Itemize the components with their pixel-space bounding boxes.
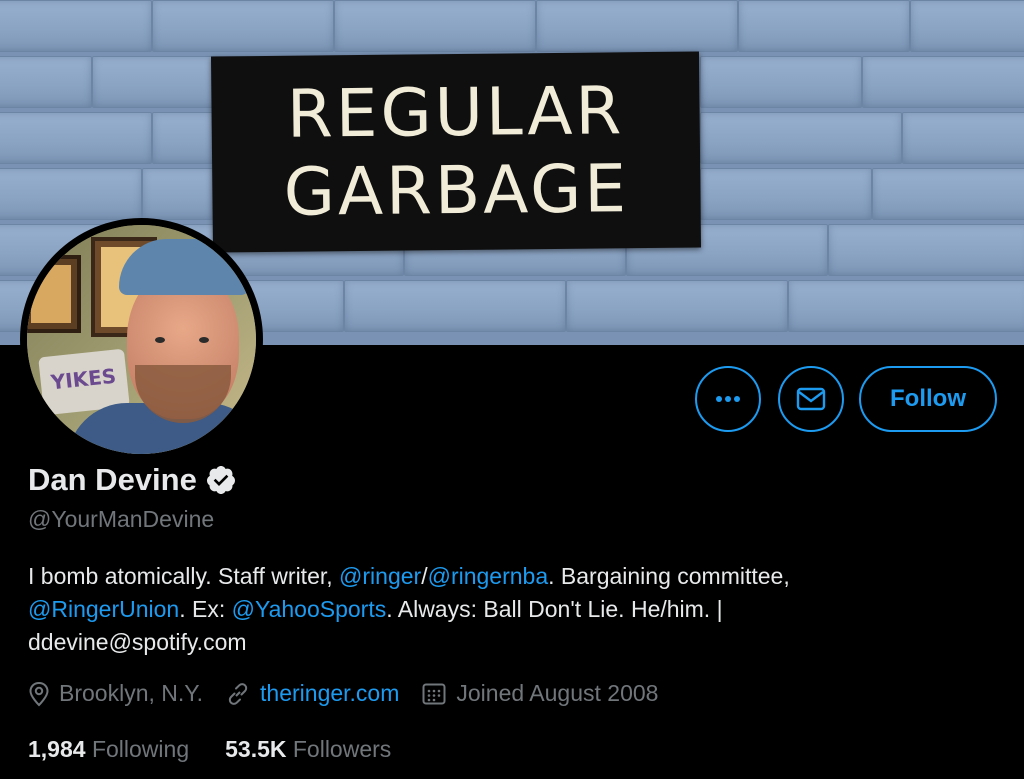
message-button[interactable] xyxy=(778,366,844,432)
bio-email: ddevine@spotify.com xyxy=(28,629,247,655)
profile-meta: Brooklyn, N.Y. theringer.com Joined Augu… xyxy=(28,680,680,707)
followers-label: Followers xyxy=(292,736,392,762)
pillow-text: YIKES xyxy=(49,363,118,395)
sign-line-2: GARBAGE xyxy=(283,150,630,231)
location-text: Brooklyn, N.Y. xyxy=(59,680,204,706)
joined-text: Joined August 2008 xyxy=(456,680,659,706)
follow-button[interactable]: Follow xyxy=(859,366,997,432)
followers-count: 53.5K xyxy=(225,736,287,762)
banner-sign: REGULAR GARBAGE xyxy=(210,51,702,253)
mail-icon xyxy=(796,387,826,411)
profile-location: Brooklyn, N.Y. xyxy=(28,680,203,707)
profile-name: Dan Devine xyxy=(28,462,197,497)
profile-name-row: Dan Devine xyxy=(28,462,237,498)
mention-ringernba[interactable]: @ringernba xyxy=(428,563,549,589)
mention-yahoosports[interactable]: @YahooSports xyxy=(232,596,387,622)
profile-joined: Joined August 2008 xyxy=(421,680,658,707)
following-count: 1,984 xyxy=(28,736,86,762)
bio-text: I bomb atomically. Staff writer, xyxy=(28,563,340,589)
calendar-icon xyxy=(422,683,446,704)
profile-bio: I bomb atomically. Staff writer, @ringer… xyxy=(28,560,988,659)
profile-website[interactable]: theringer.com xyxy=(225,680,399,707)
following-stat[interactable]: 1,984 Following xyxy=(28,736,189,763)
website-link[interactable]: theringer.com xyxy=(260,680,399,707)
sign-line-1: REGULAR xyxy=(286,72,625,153)
profile-avatar[interactable]: YIKES xyxy=(20,218,263,461)
mention-ringer[interactable]: @ringer xyxy=(339,563,421,589)
following-label: Following xyxy=(91,736,190,762)
profile-stats: 1,984 Following 53.5K Followers xyxy=(28,736,427,763)
verified-badge-icon xyxy=(206,466,235,494)
more-horizontal-icon xyxy=(716,396,740,402)
bio-text: . Always: Ball Don't Lie. He/him. | xyxy=(386,596,723,622)
mention-ringerunion[interactable]: @RingerUnion xyxy=(28,596,179,622)
location-pin-icon xyxy=(29,681,49,706)
more-options-button[interactable] xyxy=(695,366,761,432)
link-icon xyxy=(228,682,248,705)
profile-handle: @YourManDevine xyxy=(28,506,215,532)
bio-text: . Ex: xyxy=(179,596,232,622)
followers-stat[interactable]: 53.5K Followers xyxy=(225,736,391,763)
bio-text: . Bargaining committee, xyxy=(548,563,790,589)
